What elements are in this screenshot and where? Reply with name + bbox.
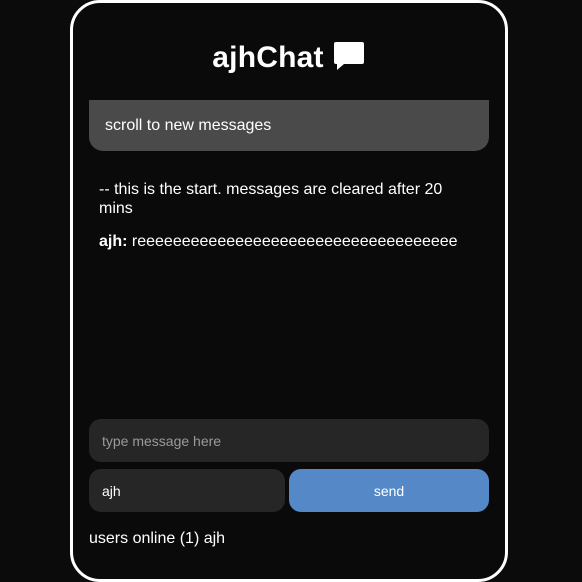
app-title: ajhChat [212,41,324,74]
message-item: -- this is the start. messages are clear… [99,180,479,218]
chat-window: ajhChat scroll to new messages -- this i… [70,0,508,582]
message-text: -- this is the start. messages are clear… [99,181,443,217]
send-button[interactable]: send [289,469,489,512]
message-item: ajh: reeeeeeeeeeeeeeeeeeeeeeeeeeeeeeeeee… [99,232,479,251]
message-list: -- this is the start. messages are clear… [99,180,479,265]
username-input[interactable] [89,469,285,512]
chat-bubble-icon [332,39,366,73]
message-input[interactable] [89,419,489,462]
users-online: users online (1) ajh [89,530,226,547]
message-text: reeeeeeeeeeeeeeeeeeeeeeeeeeeeeeeeeeee [131,233,458,250]
header: ajhChat [73,41,505,75]
scroll-banner-label: scroll to new messages [105,116,272,134]
message-author: ajh: [99,233,128,250]
scroll-to-new-messages-button[interactable]: scroll to new messages [89,100,489,151]
